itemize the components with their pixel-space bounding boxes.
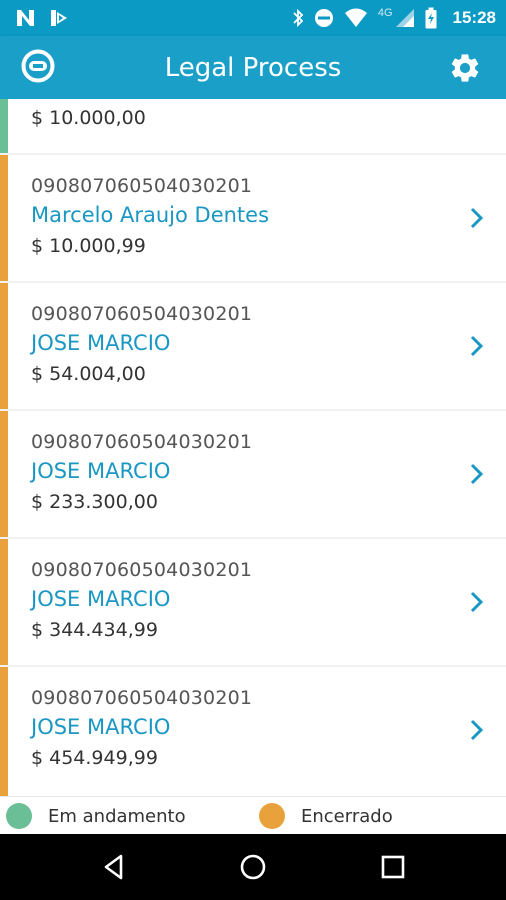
process-name: JOSE MARCIO (31, 715, 171, 739)
process-amount: $ 454.949,99 (31, 747, 158, 769)
legend-closed-label: Encerrado (301, 805, 393, 827)
process-code: 090807060504030201 (31, 175, 253, 197)
bluetooth-icon (293, 8, 304, 28)
battery-icon (425, 7, 437, 29)
home-icon[interactable] (238, 852, 268, 882)
chevron-right-icon[interactable] (468, 717, 486, 743)
process-amount: $ 10.000,00 (31, 107, 146, 129)
process-code: 090807060504030201 (31, 687, 253, 709)
status-bar: 4G 15:28 (0, 0, 506, 36)
app-bar: Legal Process (0, 36, 506, 99)
process-name: JOSE MARCIO (31, 331, 171, 355)
play-notification-icon (51, 10, 67, 26)
chevron-right-icon[interactable] (468, 461, 486, 487)
process-name: JOSE MARCIO (31, 587, 171, 611)
process-name: Marcelo Araujo Dentes (31, 203, 270, 227)
process-code: 090807060504030201 (31, 303, 253, 325)
list-item[interactable]: 090807060504030201 JOSE MARCIO $ 344.434… (0, 539, 506, 665)
process-amount: $ 10.000,99 (31, 235, 146, 257)
process-name: JOSE MARCIO (31, 459, 171, 483)
gear-icon[interactable] (448, 51, 482, 85)
status-time: 15:28 (452, 8, 496, 27)
list-item[interactable]: $ 10.000,00 (0, 99, 506, 153)
process-amount: $ 54.004,00 (31, 363, 146, 385)
list-item[interactable]: 090807060504030201 JOSE MARCIO $ 454.949… (0, 667, 506, 796)
process-amount: $ 344.434,99 (31, 619, 158, 641)
status-legend: Em andamento Encerrado (0, 796, 506, 834)
chevron-right-icon[interactable] (468, 333, 486, 359)
process-list[interactable]: $ 10.000,00 090807060504030201 Marcelo A… (0, 99, 506, 796)
closed-dot (259, 803, 285, 829)
list-item[interactable]: 090807060504030201 JOSE MARCIO $ 233.300… (0, 411, 506, 537)
legend-in-progress-label: Em andamento (48, 805, 186, 827)
wifi-icon (344, 8, 367, 27)
list-item[interactable]: 090807060504030201 Marcelo Araujo Dentes… (0, 155, 506, 281)
chevron-right-icon[interactable] (468, 205, 486, 231)
signal-icon (395, 9, 414, 27)
process-code: 090807060504030201 (31, 431, 253, 453)
recents-icon[interactable] (378, 852, 408, 882)
n-notification-icon (17, 10, 34, 26)
process-amount: $ 233.300,00 (31, 491, 158, 513)
back-icon[interactable] (99, 852, 129, 882)
legend-closed: Encerrado (259, 803, 393, 829)
process-code: 090807060504030201 (31, 559, 253, 581)
app-logo-icon[interactable] (20, 48, 56, 84)
do-not-disturb-icon (314, 9, 333, 27)
page-title: Legal Process (164, 52, 342, 83)
network-type-label: 4G (377, 7, 393, 19)
list-item[interactable]: 090807060504030201 JOSE MARCIO $ 54.004,… (0, 283, 506, 409)
in-progress-dot (6, 803, 32, 829)
system-nav-bar (0, 834, 506, 900)
legend-in-progress: Em andamento (6, 803, 186, 829)
chevron-right-icon[interactable] (468, 589, 486, 615)
